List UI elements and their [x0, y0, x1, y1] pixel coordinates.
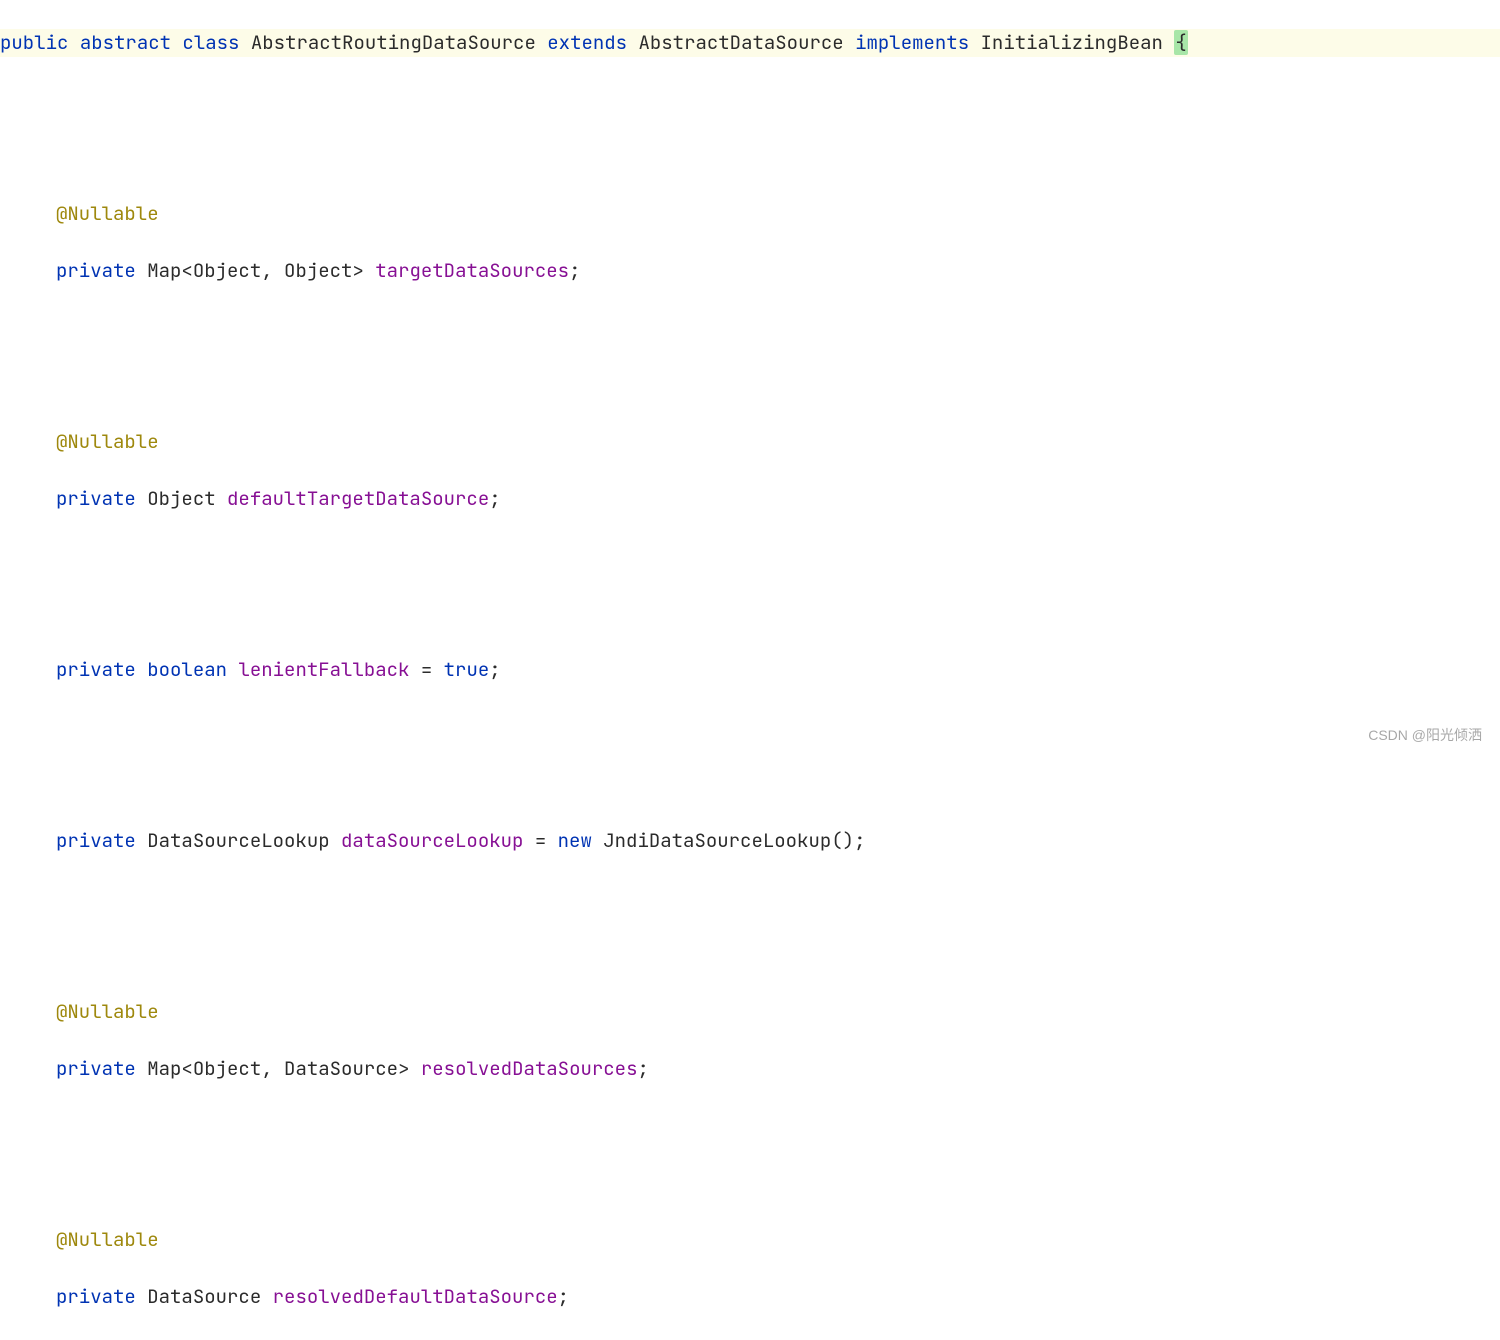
field-line: private Map<Object, Object> targetDataSo… — [0, 257, 1500, 286]
field-name: lenientFallback — [238, 657, 409, 682]
semicolon: ; — [854, 828, 865, 853]
generic-arg: Object — [193, 1056, 261, 1081]
keyword-public: public — [0, 30, 68, 55]
generic-close: > — [352, 258, 363, 283]
generic-sep: , — [261, 1056, 284, 1081]
watermark-text: CSDN @阳光倾洒 — [1368, 725, 1482, 746]
field-line: private Map<Object, DataSource> resolved… — [0, 1055, 1500, 1084]
blank-line — [0, 770, 1500, 799]
generic-arg: Object — [193, 258, 261, 283]
type-datasourcelookup: DataSourceLookup — [147, 828, 329, 853]
blank-line — [0, 1169, 1500, 1198]
annotation-line: @Nullable — [0, 1226, 1500, 1255]
keyword-true: true — [444, 657, 490, 682]
field-name: targetDataSources — [375, 258, 569, 283]
annotation-line: @Nullable — [0, 998, 1500, 1027]
field-line: private DataSourceLookup dataSourceLooku… — [0, 827, 1500, 856]
parentheses: () — [831, 828, 854, 853]
semicolon: ; — [489, 486, 500, 511]
keyword-private: private — [56, 1284, 136, 1309]
keyword-extends: extends — [547, 30, 627, 55]
constructor-name: JndiDataSourceLookup — [603, 828, 831, 853]
generic-arg: Object — [284, 258, 352, 283]
field-name: defaultTargetDataSource — [227, 486, 489, 511]
keyword-private: private — [56, 828, 136, 853]
generic-open: < — [181, 1056, 192, 1081]
keyword-abstract: abstract — [80, 30, 171, 55]
annotation-line: @Nullable — [0, 200, 1500, 229]
blank-line — [0, 86, 1500, 115]
field-line: private DataSource resolvedDefaultDataSo… — [0, 1283, 1500, 1312]
class-name: AbstractRoutingDataSource — [251, 30, 536, 55]
blank-line — [0, 941, 1500, 970]
field-line: private Object defaultTargetDataSource; — [0, 485, 1500, 514]
field-name: resolvedDataSources — [421, 1056, 638, 1081]
generic-open: < — [181, 258, 192, 283]
semicolon: ; — [489, 657, 500, 682]
class-declaration-line: public abstract class AbstractRoutingDat… — [0, 29, 1500, 58]
field-name: resolvedDefaultDataSource — [273, 1284, 558, 1309]
semicolon: ; — [569, 258, 580, 283]
annotation-nullable: @Nullable — [56, 1227, 159, 1252]
super-class: AbstractDataSource — [638, 30, 843, 55]
type-map: Map — [147, 258, 181, 283]
blank-line — [0, 371, 1500, 400]
generic-sep: , — [261, 258, 284, 283]
generic-close: > — [398, 1056, 409, 1081]
blank-line — [0, 599, 1500, 628]
type-datasource: DataSource — [147, 1284, 261, 1309]
equals: = — [409, 657, 443, 682]
keyword-private: private — [56, 1056, 136, 1081]
field-name: dataSourceLookup — [341, 828, 523, 853]
keyword-private: private — [56, 258, 136, 283]
keyword-boolean: boolean — [147, 657, 227, 682]
equals: = — [523, 828, 557, 853]
annotation-nullable: @Nullable — [56, 201, 159, 226]
annotation-nullable: @Nullable — [56, 999, 159, 1024]
blank-line — [0, 713, 1500, 742]
open-brace: { — [1174, 30, 1187, 55]
interface-name: InitializingBean — [981, 30, 1163, 55]
keyword-private: private — [56, 657, 136, 682]
annotation-line: @Nullable — [0, 428, 1500, 457]
blank-line — [0, 143, 1500, 172]
blank-line — [0, 1112, 1500, 1141]
keyword-private: private — [56, 486, 136, 511]
blank-line — [0, 542, 1500, 571]
type-object: Object — [147, 486, 215, 511]
semicolon: ; — [558, 1284, 569, 1309]
blank-line — [0, 314, 1500, 343]
blank-line — [0, 884, 1500, 913]
field-line: private boolean lenientFallback = true; — [0, 656, 1500, 685]
keyword-class: class — [182, 30, 239, 55]
generic-arg: DataSource — [284, 1056, 398, 1081]
semicolon: ; — [637, 1056, 648, 1081]
keyword-new: new — [558, 828, 592, 853]
annotation-nullable: @Nullable — [56, 429, 159, 454]
code-editor[interactable]: public abstract class AbstractRoutingDat… — [0, 0, 1500, 1340]
keyword-implements: implements — [855, 30, 969, 55]
type-map: Map — [147, 1056, 181, 1081]
